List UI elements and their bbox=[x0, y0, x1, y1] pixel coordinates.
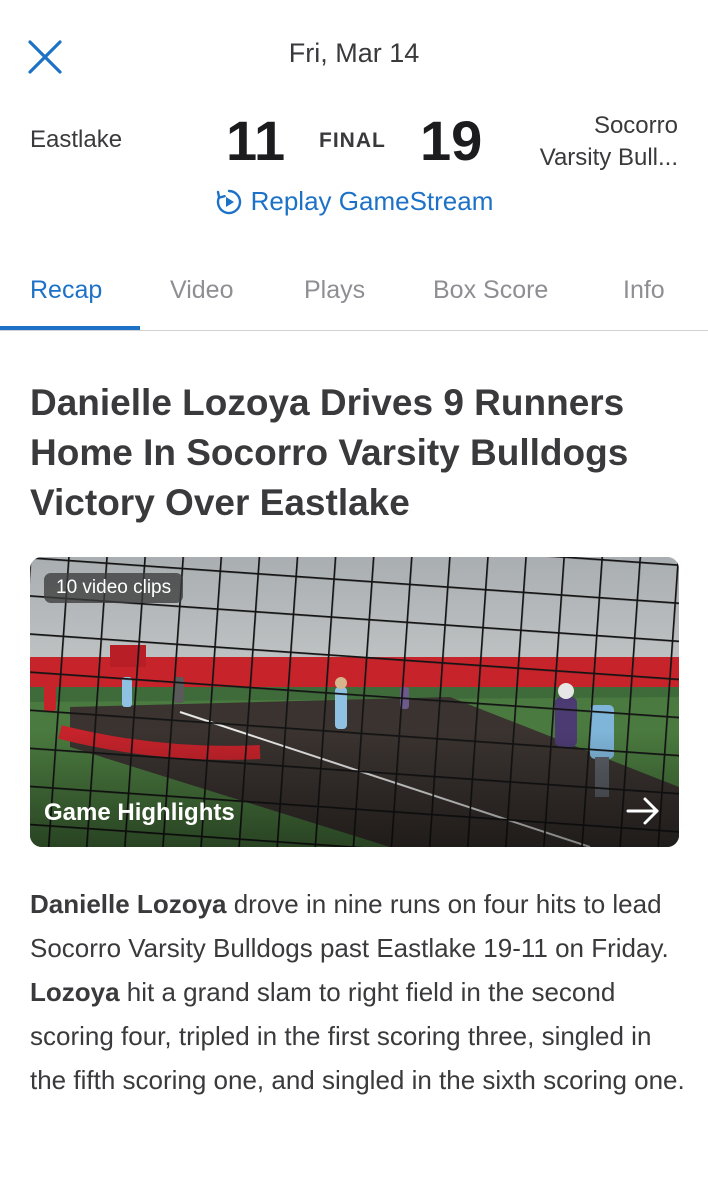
replay-icon bbox=[216, 189, 241, 214]
player-name-bold: Danielle Lozoya bbox=[30, 889, 227, 919]
away-team-name-line1: Socorro bbox=[593, 112, 678, 139]
away-team-score: 19 bbox=[420, 109, 483, 172]
tab-info[interactable]: Info bbox=[623, 276, 665, 305]
game-highlights-card[interactable]: 10 video clips Game Highlights bbox=[30, 557, 679, 847]
article-headline: Danielle Lozoya Drives 9 Runners Home In… bbox=[30, 382, 629, 523]
game-date: Fri, Mar 14 bbox=[288, 38, 420, 68]
replay-label: Replay GameStream bbox=[250, 186, 494, 216]
tab-plays[interactable]: Plays bbox=[304, 276, 365, 305]
player-short-bold: Lozoya bbox=[30, 977, 120, 1007]
replay-gamestream-link[interactable]: Replay GameStream bbox=[0, 186, 708, 217]
away-team-name[interactable]: Socorro Varsity Bull... bbox=[498, 110, 678, 174]
video-clips-badge: 10 video clips bbox=[44, 573, 184, 603]
active-tab-indicator bbox=[0, 326, 140, 330]
tab-bar: Recap Video Plays Box Score Info bbox=[0, 262, 708, 331]
article-body: Danielle Lozoya drove in nine runs on fo… bbox=[30, 882, 690, 1102]
away-team-name-line2: Varsity Bull... bbox=[539, 144, 678, 171]
game-status: FINAL bbox=[319, 129, 386, 152]
tab-recap[interactable]: Recap bbox=[30, 276, 102, 305]
tab-video[interactable]: Video bbox=[170, 276, 234, 305]
home-team-score: 11 bbox=[226, 109, 286, 172]
home-team-name[interactable]: Eastlake bbox=[30, 126, 122, 154]
arrow-right-icon bbox=[626, 797, 659, 825]
tab-box-score[interactable]: Box Score bbox=[433, 276, 548, 305]
video-card-title: Game Highlights bbox=[44, 799, 235, 826]
body-text-part2: hit a grand slam to right field in the s… bbox=[30, 977, 685, 1095]
